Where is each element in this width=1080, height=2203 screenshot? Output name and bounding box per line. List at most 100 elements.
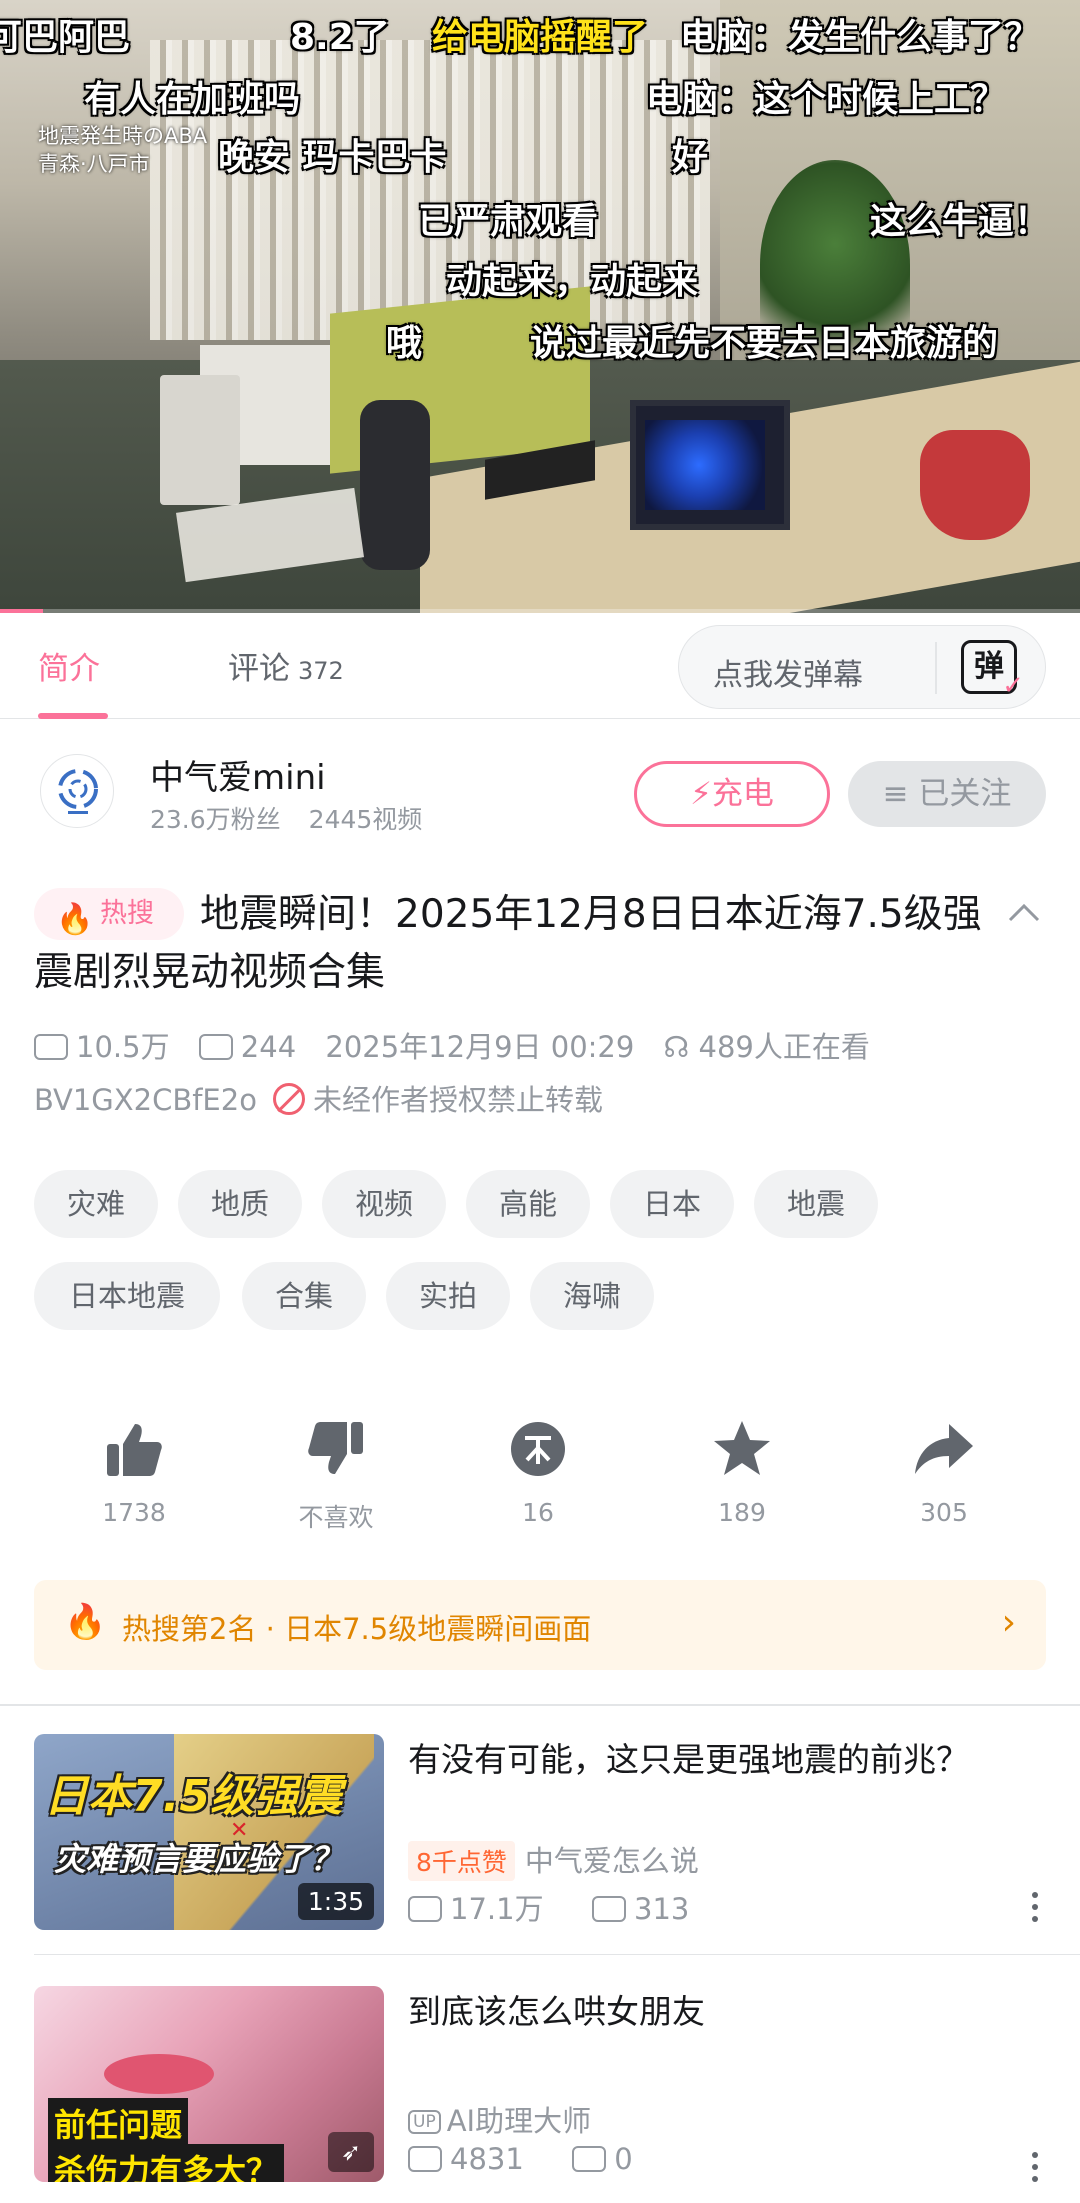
recommended-views: 17.1万 <box>450 1892 544 1926</box>
share-button[interactable]: 305 <box>874 1418 1014 1527</box>
play-icon <box>408 2146 442 2172</box>
check-icon: ✓ <box>1002 671 1024 701</box>
recommended-author: AI助理大师 <box>446 2104 592 2138</box>
hot-search-badge[interactable]: 🔥 热搜 <box>34 888 184 940</box>
video-thumbnail[interactable]: 日本7.5级强震 灾难预言要应验了？ ✕ 1:35 <box>34 1734 384 1930</box>
copyright-notice: 未经作者授权禁止转载 <box>312 1083 603 1117</box>
tv-caption-line1: 地震発生時のABA <box>38 124 208 148</box>
tab-comments-label: 评论 <box>228 651 290 687</box>
likes-badge: 8千点赞 <box>408 1841 515 1881</box>
tag-chip[interactable]: 日本 <box>610 1170 734 1238</box>
danmaku-stat: 244 <box>198 1030 297 1064</box>
hot-search-banner[interactable]: 🔥 热搜第2名 · 日本7.5级地震瞬间画面 › <box>34 1580 1046 1670</box>
tag-chip[interactable]: 地震 <box>754 1170 878 1238</box>
recommended-stats: 17.1万 313 <box>408 1886 689 1928</box>
like-button[interactable]: 1738 <box>64 1418 204 1527</box>
publish-date: 2025年12月9日 00:29 <box>325 1030 635 1064</box>
tv-caption-line2: 青森·八戸市 <box>38 152 150 176</box>
detail-tabs: 简介 评论 372 点我发弹幕 弹 ✓ <box>0 613 1080 719</box>
play-icon <box>34 1034 68 1060</box>
video-thumbnail[interactable]: 前任问题 杀伤力有多大？ ➶ <box>34 1986 384 2182</box>
thumbnail-text: 日本7.5级强震 <box>44 1771 342 1822</box>
video-meta-second: BV1GX2CBfE2o 未经作者授权禁止转载 <box>34 1077 603 1119</box>
danmaku-icon <box>572 2146 607 2172</box>
more-options-icon[interactable] <box>1032 1892 1040 1928</box>
scene-monitor-screen <box>645 420 765 510</box>
uploader-name[interactable]: 中气爱mini <box>150 750 326 799</box>
recommended-video[interactable]: 前任问题 杀伤力有多大？ ➶ 到底该怎么哄女朋友 UP AI助理大师 4831 0 <box>0 1986 1080 2186</box>
danmaku-comment: 说过最近先不要去日本旅游的 <box>530 323 999 364</box>
video-player[interactable]: 地震発生時のABA 青森·八戸市 可巴阿巴 8.2了 给电脑摇醒了 电脑：发生什… <box>0 0 1080 613</box>
rocket-icon: ➶ <box>328 2132 374 2172</box>
tv-caption: 地震発生時のABA 青森·八戸市 <box>38 122 207 178</box>
follow-button[interactable]: ≡ 已关注 <box>848 761 1046 827</box>
uploader-stats: 23.6万粉丝 2445视频 <box>150 800 422 836</box>
tag-chip[interactable]: 高能 <box>466 1170 590 1238</box>
tag-chip[interactable]: 灾难 <box>34 1170 158 1238</box>
views-count: 10.5万 <box>76 1030 170 1064</box>
coin-button[interactable]: 16 <box>468 1418 608 1527</box>
recommended-title: 到底该怎么哄女朋友 <box>408 1992 705 2031</box>
more-options-icon[interactable] <box>1032 2152 1040 2188</box>
tag-chip[interactable]: 视频 <box>322 1170 446 1238</box>
bvid[interactable]: BV1GX2CBfE2o <box>34 1083 257 1117</box>
up-badge: UP <box>408 2110 441 2134</box>
tab-comments[interactable]: 评论 372 <box>228 643 344 688</box>
tab-active-indicator <box>38 713 108 719</box>
tag-chip[interactable]: 海啸 <box>530 1262 654 1330</box>
scene-chair <box>360 400 430 570</box>
danmaku-comment: 晚安 玛卡巴卡 <box>218 137 447 178</box>
tag-chip[interactable]: 实拍 <box>386 1262 510 1330</box>
watching-count: 489人正在看 <box>698 1030 870 1064</box>
danmaku-toggle-label: 弹 <box>974 649 1004 684</box>
recommended-author-line: 8千点赞 中气爱怎么说 <box>408 1838 699 1881</box>
divider <box>34 1954 1080 1955</box>
favorite-count: 189 <box>718 1498 766 1527</box>
star-icon <box>714 1421 770 1475</box>
danmaku-comment: 给电脑摇醒了 <box>432 17 649 58</box>
epicenter-mark-icon: ✕ <box>230 1818 249 1843</box>
share-arrow-icon <box>915 1424 973 1474</box>
video-meta: 10.5万 244 2025年12月9日 00:29 ☊ 489人正在看 <box>34 1024 890 1066</box>
uploader-card: 中气爱mini 23.6万粉丝 2445视频 ⚡充电 ≡ 已关注 <box>0 740 1080 850</box>
danmaku-input-box[interactable]: 点我发弹幕 弹 ✓ <box>678 625 1046 709</box>
uploader-videos: 2445视频 <box>308 805 423 834</box>
danmaku-comment: 电脑：发生什么事了？ <box>680 17 1041 58</box>
danmaku-count: 244 <box>240 1030 297 1064</box>
dislike-button[interactable]: 不喜欢 <box>266 1418 406 1534</box>
tag-chip[interactable]: 合集 <box>242 1262 366 1330</box>
coin-count: 16 <box>522 1498 554 1527</box>
divider <box>935 642 937 694</box>
tag-chip[interactable]: 日本地震 <box>34 1262 220 1330</box>
danmaku-comment: 已严肃观看 <box>418 201 599 242</box>
video-duration: 1:35 <box>297 1883 374 1920</box>
recommended-danmaku: 313 <box>634 1892 690 1926</box>
viewers-icon: ☊ <box>663 1030 699 1064</box>
danmaku-toggle-button[interactable]: 弹 ✓ <box>961 640 1024 699</box>
hot-badge-label: 热搜 <box>100 898 154 929</box>
lightning-icon: ⚡ <box>690 776 712 812</box>
danmaku-comment: 哦 <box>386 323 423 364</box>
share-count: 305 <box>920 1498 968 1527</box>
chevron-right-icon: › <box>1001 1602 1016 1643</box>
tab-comments-count: 372 <box>298 657 344 685</box>
favorite-button[interactable]: 189 <box>672 1418 812 1527</box>
charge-button[interactable]: ⚡充电 <box>634 761 830 827</box>
danmaku-comment: 可巴阿巴 <box>0 17 131 58</box>
scene-red-chair <box>920 430 1030 540</box>
like-count: 1738 <box>102 1498 166 1527</box>
recommended-views: 4831 <box>450 2142 524 2176</box>
recommended-video[interactable]: 日本7.5级强震 灾难预言要应验了？ ✕ 1:35 有没有可能，这只是更强地震的… <box>0 1734 1080 1934</box>
tab-intro[interactable]: 简介 <box>38 643 100 688</box>
danmaku-input[interactable]: 点我发弹幕 <box>713 650 863 694</box>
chevron-up-icon[interactable] <box>1004 894 1044 934</box>
tag-chip[interactable]: 地质 <box>178 1170 302 1238</box>
recommended-stats: 4831 0 <box>408 2142 633 2176</box>
dislike-label: 不喜欢 <box>298 1503 374 1532</box>
avatar[interactable] <box>40 754 114 828</box>
play-icon <box>408 1896 442 1922</box>
follow-label: 已关注 <box>918 776 1012 812</box>
danmaku-comment: 这么牛逼！ <box>870 201 1051 242</box>
danmaku-comment: 电脑：这个时候上工？ <box>646 79 1007 120</box>
charge-label: 充电 <box>711 776 774 812</box>
